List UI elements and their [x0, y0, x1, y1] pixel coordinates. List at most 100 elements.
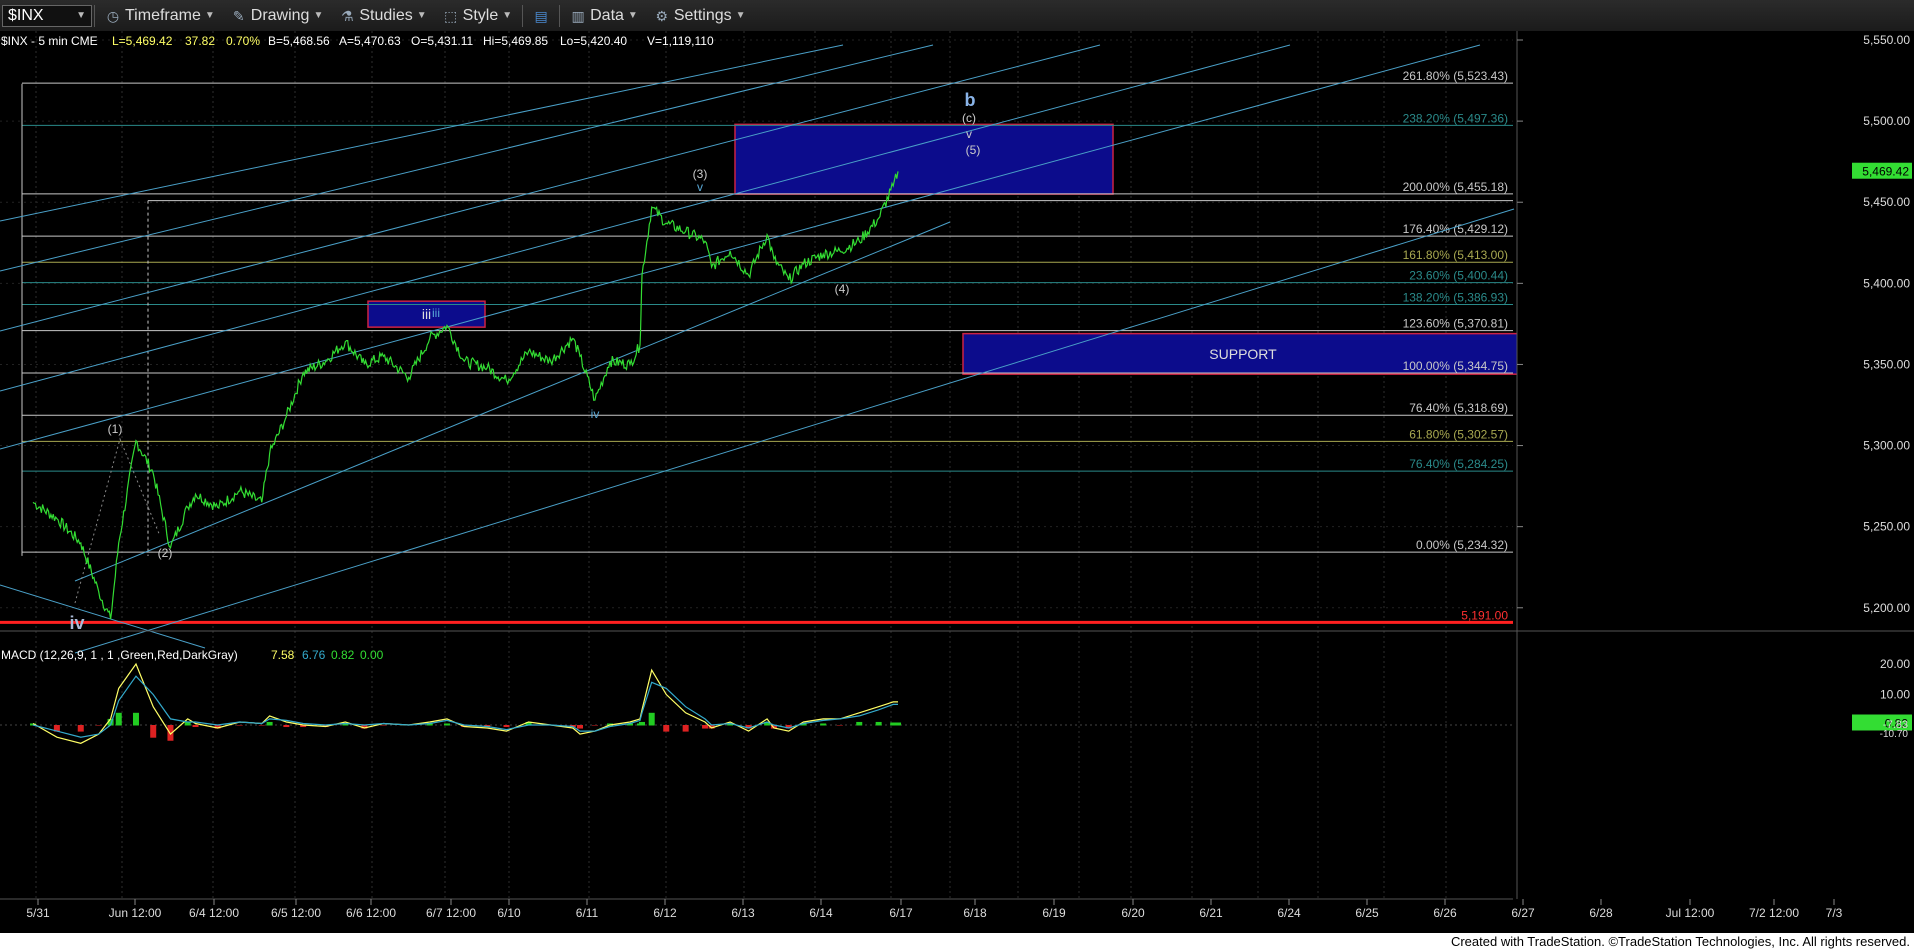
x-tick-label: 6/20 [1121, 906, 1145, 920]
x-tick-label: 6/19 [1042, 906, 1066, 920]
last-price: L=5,469.42 [112, 34, 173, 48]
copyright-text: Created with TradeStation. ©TradeStation… [1450, 934, 1910, 949]
fib-label: 76.40% (5,318.69) [1409, 401, 1508, 415]
style-icon: ⬚ [444, 7, 458, 24]
macd-histogram-bar [682, 725, 689, 732]
macd-histogram-bar [836, 725, 843, 726]
x-tick-label: 6/14 [809, 906, 833, 920]
data-button[interactable]: ▥ Data ▼ [562, 4, 646, 28]
bid-price: B=5,468.56 [268, 34, 330, 48]
fib-label: 261.80% (5,523.43) [1403, 69, 1508, 83]
symbol-input[interactable]: $INX ▼ [2, 4, 92, 27]
macd-histogram-bar [95, 725, 102, 726]
fib-label: 100.00% (5,344.75) [1403, 359, 1508, 373]
chevron-down-icon: ▼ [627, 10, 638, 21]
open-price: O=5,431.11 [411, 34, 473, 48]
wave-label: b [965, 90, 976, 110]
x-tick-label: 6/13 [731, 906, 755, 920]
x-tick-label: 6/12 [653, 906, 677, 920]
x-tick-label: 6/10 [497, 906, 521, 920]
wave-label: (c) [962, 111, 976, 125]
macd-histogram-bar [895, 722, 902, 726]
timeframe-button[interactable]: ◷ Timeframe ▼ [97, 4, 223, 28]
volume: V=1,119,110 [647, 34, 714, 48]
wave-label: v [697, 180, 703, 194]
zone-label: iii [422, 306, 431, 322]
wave-label: (1) [108, 422, 123, 436]
x-tick-label: 7/3 [1826, 906, 1843, 920]
chevron-down-icon: ▼ [735, 10, 746, 21]
wave-label: iv [69, 613, 84, 633]
x-tick-label: 5/31 [26, 906, 50, 920]
drawing-button[interactable]: ✎ Drawing ▼ [223, 4, 332, 28]
macd-histogram-bar [820, 723, 827, 726]
macd-tick-label: 20.00 [1880, 657, 1910, 671]
wave-label: iii [432, 306, 440, 320]
layout-icon: ▤ [534, 7, 548, 24]
chevron-down-icon: ▼ [204, 10, 215, 21]
price-axis: 5,550.00 5,500.00 5,450.00 5,400.00 5,350.00… [1516, 31, 1914, 933]
x-tick-label: 6/7 12:00 [426, 906, 476, 920]
wave-label: (5) [966, 143, 981, 157]
target-zone [734, 123, 1114, 195]
x-tick-label: 6/26 [1433, 906, 1457, 920]
layout-button[interactable]: ▤ [525, 4, 557, 28]
x-tick-label: 6/5 12:00 [271, 906, 321, 920]
x-tick-label: 6/18 [963, 906, 987, 920]
macd-label: MACD (12,26,9, 1 , 1 ,Green,Red,DarkGray… [1, 648, 238, 662]
wave-label: iv [591, 407, 600, 421]
chevron-down-icon: ▼ [416, 10, 427, 21]
x-tick-label: 7/2 12:00 [1749, 906, 1799, 920]
settings-label: Settings [673, 6, 732, 24]
y-tick-label: 5,200.00 [1863, 601, 1910, 615]
macd-diff-value: 0.82 [331, 648, 355, 662]
y-tick-label: 5,450.00 [1863, 195, 1910, 209]
macd-histogram-bar [702, 725, 709, 729]
style-button[interactable]: ⬚ Style ▼ [435, 4, 520, 28]
y-tick-label: 5,550.00 [1863, 33, 1910, 47]
x-tick-label: 6/28 [1589, 906, 1613, 920]
high-price: Hi=5,469.85 [483, 34, 548, 48]
macd-zero-value: 0.00 [360, 648, 384, 662]
wave-label: (4) [835, 282, 850, 296]
price-chart[interactable]: SUPPORT iii 261.80% (5,523.43) 238.20% (5,… [0, 31, 1914, 933]
gear-icon: ⚙ [655, 7, 669, 24]
symbol-info: $INX - 5 min CME [1, 34, 98, 48]
macd-histogram-bar [132, 712, 139, 726]
settings-button[interactable]: ⚙ Settings ▼ [646, 4, 754, 28]
studies-button[interactable]: ⚗ Studies ▼ [331, 4, 434, 28]
macd-histogram-bar [663, 725, 670, 732]
clock-icon: ◷ [106, 7, 120, 24]
x-tick-label: 6/11 [576, 906, 599, 920]
x-tick-label: 6/24 [1277, 906, 1301, 920]
data-label: Data [590, 6, 624, 24]
x-tick-label: Jun 12:00 [109, 906, 162, 920]
macd-histogram-bar [192, 725, 199, 728]
y-tick-label: 5,400.00 [1863, 276, 1910, 290]
y-tick-label: 5,300.00 [1863, 439, 1910, 453]
fib-label: 176.40% (5,429.12) [1403, 222, 1508, 236]
macd-histogram-bar [639, 721, 645, 726]
x-tick-label: 6/4 12:00 [189, 906, 239, 920]
y-tick-label: 5,350.00 [1863, 357, 1910, 371]
wave-label: (2) [158, 546, 173, 560]
toolbar: $INX ▼ ◷ Timeframe ▼ ✎ Drawing ▼ ⚗ Studi… [0, 0, 1914, 32]
wave-label: (3) [693, 167, 708, 181]
x-tick-label: 6/25 [1355, 906, 1379, 920]
y-tick-label: 5,500.00 [1863, 114, 1910, 128]
fib-label: 76.40% (5,284.25) [1409, 457, 1508, 471]
fib-label: 238.20% (5,497.36) [1403, 111, 1508, 125]
macd-histogram-bar [236, 725, 243, 726]
zone-label: SUPPORT [1209, 346, 1277, 362]
time-axis: 5/31 Jun 12:00 6/4 12:00 6/5 12:00 6/6 12:00… [0, 898, 1914, 933]
pencil-icon: ✎ [232, 7, 245, 24]
fib-label: 23.60% (5,400.44) [1409, 269, 1508, 283]
macd-histogram-bar [503, 725, 510, 728]
fib-label: 138.20% (5,386.93) [1403, 291, 1508, 305]
low-price: Lo=5,420.40 [560, 34, 627, 48]
macd-neg-tick: -10.70 [1880, 729, 1909, 740]
x-tick-label: 6/17 [889, 906, 913, 920]
toolbar-divider [559, 4, 561, 27]
macd-histogram-bar [443, 723, 450, 726]
symbol-value: $INX [8, 6, 44, 24]
